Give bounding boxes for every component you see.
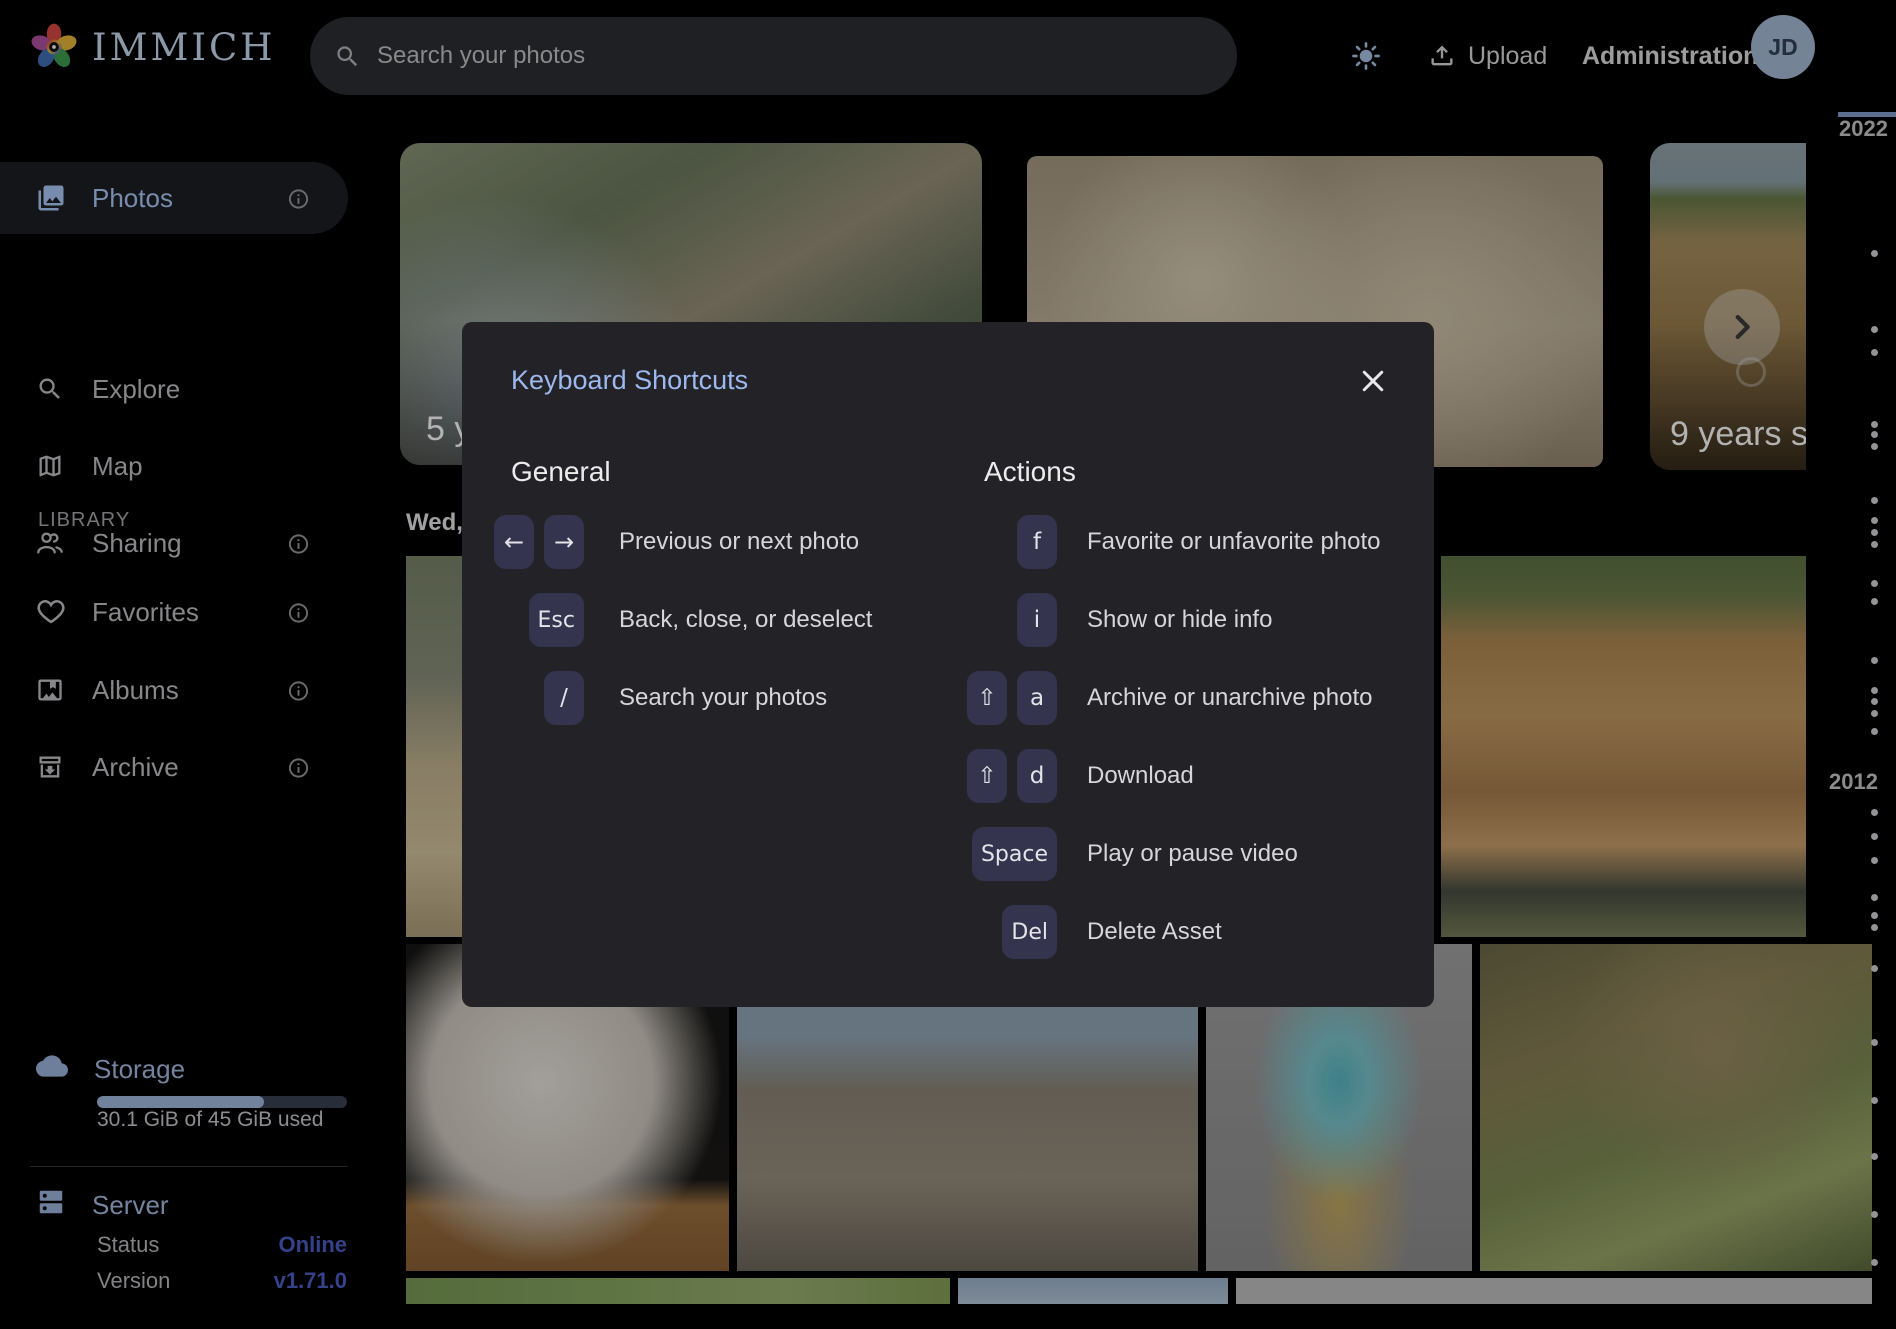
key-slash: / — [544, 671, 584, 725]
key-space: Space — [972, 827, 1057, 881]
keyboard-shortcuts-modal: Keyboard Shortcuts General ← → Previous … — [462, 322, 1434, 1007]
key-d: d — [1017, 749, 1057, 803]
close-icon — [1358, 366, 1388, 396]
shortcut-label: Delete Asset — [1087, 918, 1222, 946]
shortcut-row-play-pause: Space Play or pause video — [934, 815, 1385, 893]
shortcut-row-info: i Show or hide info — [934, 581, 1385, 659]
shortcut-label: Previous or next photo — [619, 528, 859, 556]
shortcut-label: Back, close, or deselect — [619, 606, 872, 634]
modal-title: Keyboard Shortcuts — [511, 364, 1385, 397]
key-shift: ⇧ — [967, 749, 1007, 803]
shortcut-label: Play or pause video — [1087, 840, 1298, 868]
shortcut-row-delete: Del Delete Asset — [934, 893, 1385, 971]
shortcut-row-favorite: f Favorite or unfavorite photo — [934, 503, 1385, 581]
general-column: General ← → Previous or next photo Esc B — [511, 453, 934, 971]
shortcut-label: Download — [1087, 762, 1194, 790]
column-header: General — [511, 453, 934, 491]
key-esc: Esc — [529, 593, 584, 647]
shortcut-columns: General ← → Previous or next photo Esc B — [511, 453, 1385, 971]
shortcut-label: Show or hide info — [1087, 606, 1272, 634]
actions-column: Actions f Favorite or unfavorite photo i… — [934, 453, 1385, 971]
shortcut-row-escape: Esc Back, close, or deselect — [511, 581, 934, 659]
shortcut-label: Search your photos — [619, 684, 827, 712]
shortcut-row-prev-next: ← → Previous or next photo — [511, 503, 934, 581]
key-a: a — [1017, 671, 1057, 725]
modal-close-button[interactable] — [1350, 358, 1396, 404]
key-i: i — [1017, 593, 1057, 647]
key-right-arrow: → — [544, 515, 584, 569]
key-f: f — [1017, 515, 1057, 569]
shortcut-label: Archive or unarchive photo — [1087, 684, 1373, 712]
key-shift: ⇧ — [967, 671, 1007, 725]
shortcut-row-search: / Search your photos — [511, 659, 934, 737]
shortcut-label: Favorite or unfavorite photo — [1087, 528, 1381, 556]
immich-app: 5 y 9 years si Wed, 2022 2012 — [0, 0, 1896, 1329]
shortcut-row-download: ⇧ d Download — [934, 737, 1385, 815]
column-header: Actions — [934, 453, 1385, 491]
key-del: Del — [1002, 905, 1057, 959]
key-left-arrow: ← — [494, 515, 534, 569]
shortcut-row-archive: ⇧ a Archive or unarchive photo — [934, 659, 1385, 737]
